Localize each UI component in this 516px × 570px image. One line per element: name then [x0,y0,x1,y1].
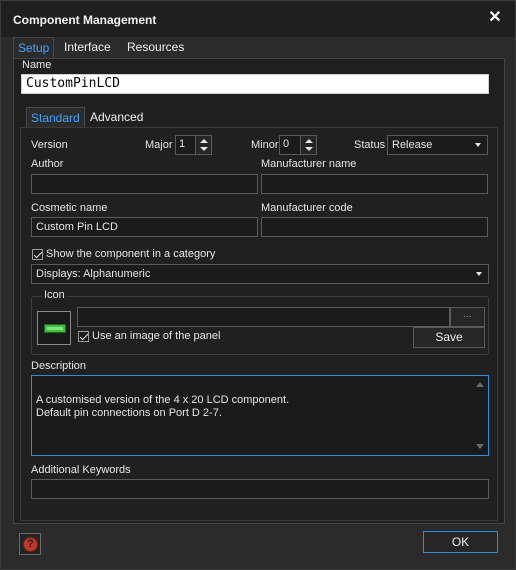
manufacturer-name-label: Manufacturer name [261,158,357,170]
status-label: Status [354,139,386,151]
scroll-down-icon[interactable] [476,444,484,449]
chevron-up-icon[interactable] [305,139,313,143]
help-icon: ? [23,537,38,552]
component-icon-preview[interactable] [37,311,71,345]
manufacturer-code-input[interactable] [261,217,488,237]
icon-group: Icon ... Use an image of the panel Save [31,289,489,355]
minor-stepper-arrows[interactable] [300,136,316,154]
tab-standard[interactable]: Standard [26,107,85,129]
author-input[interactable] [31,174,258,194]
major-value: 1 [179,138,186,150]
minor-label: Minor [251,139,279,151]
cosmetic-name-label: Cosmetic name [31,202,108,214]
title-bar: Component Management ✕ [1,1,515,37]
additional-keywords-input[interactable] [31,479,489,499]
manufacturer-name-input[interactable] [261,174,488,194]
browse-button[interactable]: ... [450,307,485,327]
minor-value: 0 [283,138,290,150]
major-label: Major [145,139,173,151]
icon-path-input[interactable] [77,307,450,327]
lcd-component-icon [44,324,66,333]
save-button[interactable]: Save [413,327,485,348]
standard-panel: Version Major 1 Minor 0 Status Release A… [20,127,498,521]
cosmetic-name-input[interactable]: Custom Pin LCD [31,217,258,237]
setup-panel: Name CustomPinLCD Standard Advanced Vers… [13,58,505,524]
manufacturer-code-label: Manufacturer code [261,202,353,214]
chevron-down-icon[interactable] [305,147,313,151]
chevron-down-icon [476,272,482,276]
use-image-label: Use an image of the panel [92,330,221,342]
additional-keywords-label: Additional Keywords [31,464,131,476]
tab-resources[interactable]: Resources [127,37,184,59]
scroll-up-icon[interactable] [476,382,484,387]
status-value: Release [392,139,433,151]
show-in-category-checkbox[interactable] [32,249,43,260]
chevron-down-icon[interactable] [200,147,208,151]
use-image-checkbox[interactable] [78,331,89,342]
category-value: Displays: Alphanumeric [36,268,151,280]
window-title: Component Management [13,13,157,27]
tab-interface[interactable]: Interface [64,37,111,59]
major-stepper[interactable]: 1 [175,135,212,155]
description-text: A customised version of the 4 x 20 LCD c… [36,394,290,419]
major-stepper-arrows[interactable] [195,136,211,154]
tab-advanced[interactable]: Advanced [90,107,143,129]
author-label: Author [31,158,64,170]
description-textarea[interactable]: A customised version of the 4 x 20 LCD c… [31,375,489,456]
tab-setup[interactable]: Setup [13,37,55,59]
name-input[interactable]: CustomPinLCD [21,74,489,94]
category-select[interactable]: Displays: Alphanumeric [31,264,489,284]
name-label: Name [22,59,52,71]
status-select[interactable]: Release [387,135,488,155]
close-icon[interactable]: ✕ [487,10,503,26]
chevron-down-icon [475,143,481,147]
help-button[interactable]: ? [19,533,41,555]
show-in-category-label: Show the component in a category [46,248,216,260]
component-management-dialog: Component Management ✕ Setup Interface R… [0,0,516,570]
version-label: Version [31,139,68,151]
description-label: Description [31,360,87,372]
ok-button[interactable]: OK [423,531,498,553]
icon-group-title: Icon [42,289,67,301]
minor-stepper[interactable]: 0 [279,135,317,155]
chevron-up-icon[interactable] [200,139,208,143]
